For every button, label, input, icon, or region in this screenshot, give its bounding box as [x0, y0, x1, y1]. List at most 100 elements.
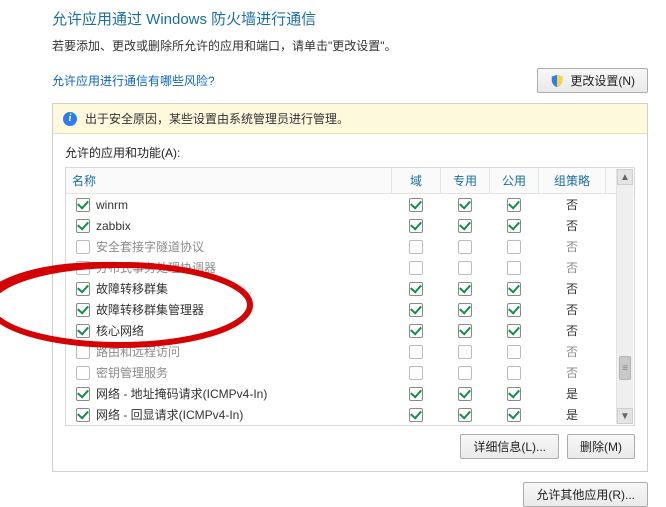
allow-other-app-button[interactable]: 允许其他应用(R)...	[523, 482, 648, 507]
checkbox[interactable]	[409, 282, 423, 296]
table-row[interactable]: winrm否	[66, 194, 634, 216]
checkbox[interactable]	[458, 198, 472, 212]
group-policy-value: 否	[566, 198, 578, 212]
group-policy-value: 否	[566, 261, 578, 275]
app-name: 密钥管理服务	[96, 364, 168, 381]
checkbox[interactable]	[76, 408, 90, 422]
main-panel: i 出于安全原因，某些设置由系统管理员进行管理。 允许的应用和功能(A): 名称…	[52, 103, 648, 472]
group-policy-value: 是	[566, 387, 578, 401]
col-name[interactable]: 名称	[66, 168, 392, 194]
risk-link[interactable]: 允许应用进行通信有哪些风险?	[52, 72, 215, 89]
checkbox[interactable]	[76, 219, 90, 233]
app-name: 网络 - 回显请求(ICMPv4-In)	[96, 406, 243, 423]
app-name: 故障转移群集	[96, 280, 168, 297]
checkbox[interactable]	[458, 219, 472, 233]
app-name: 分布式事务处理协调器	[96, 259, 216, 276]
page-subtitle: 若要添加、更改或删除所允许的应用和端口，请单击"更改设置"。	[52, 37, 648, 54]
checkbox[interactable]	[409, 303, 423, 317]
table-row[interactable]: 安全套接字隧道协议 否	[66, 236, 634, 257]
app-name: 网络 - 地址掩码请求(ICMPv4-In)	[96, 385, 267, 402]
checkbox[interactable]	[507, 345, 521, 359]
scroll-down-button[interactable]: ▼	[617, 408, 633, 424]
scroll-track[interactable]	[617, 186, 633, 407]
remove-button[interactable]: 删除(M)	[567, 434, 635, 459]
checkbox[interactable]	[409, 324, 423, 338]
checkbox[interactable]	[76, 387, 90, 401]
scroll-thumb[interactable]	[619, 356, 631, 380]
checkbox[interactable]	[507, 198, 521, 212]
checkbox[interactable]	[507, 366, 521, 380]
checkbox[interactable]	[507, 387, 521, 401]
group-policy-value: 否	[566, 366, 578, 380]
app-name: 故障转移群集管理器	[96, 301, 204, 318]
group-policy-value: 否	[566, 345, 578, 359]
checkbox[interactable]	[409, 387, 423, 401]
checkbox[interactable]	[507, 240, 521, 254]
table-row[interactable]: 分布式事务处理协调器 否	[66, 257, 634, 278]
checkbox[interactable]	[409, 198, 423, 212]
checkbox[interactable]	[76, 345, 90, 359]
table-row[interactable]: 密钥管理服务 否	[66, 362, 634, 383]
checkbox[interactable]	[507, 261, 521, 275]
table-row[interactable]: 核心网络 否	[66, 320, 634, 341]
checkbox[interactable]	[409, 408, 423, 422]
checkbox[interactable]	[507, 324, 521, 338]
checkbox[interactable]	[458, 240, 472, 254]
group-policy-value: 否	[566, 219, 578, 233]
app-name: 安全套接字隧道协议	[96, 238, 204, 255]
checkbox[interactable]	[409, 261, 423, 275]
group-policy-value: 否	[566, 303, 578, 317]
vertical-scrollbar[interactable]: ▲ ▼	[616, 169, 633, 424]
checkbox[interactable]	[409, 366, 423, 380]
checkbox[interactable]	[76, 198, 90, 212]
col-private[interactable]: 专用	[441, 168, 490, 194]
checkbox[interactable]	[507, 219, 521, 233]
section-label: 允许的应用和功能(A):	[65, 144, 635, 161]
checkbox[interactable]	[409, 219, 423, 233]
checkbox[interactable]	[409, 345, 423, 359]
grid-header-row: 名称 域 专用 公用 组策略	[66, 168, 634, 194]
group-policy-value: 否	[566, 240, 578, 254]
col-group-policy[interactable]: 组策略	[539, 168, 606, 194]
col-public[interactable]: 公用	[490, 168, 539, 194]
checkbox[interactable]	[458, 261, 472, 275]
group-policy-value: 否	[566, 324, 578, 338]
checkbox[interactable]	[409, 240, 423, 254]
col-domain[interactable]: 域	[392, 168, 441, 194]
table-row[interactable]: 网络 - 地址掩码请求(ICMPv4-In) 是	[66, 383, 634, 404]
change-settings-button[interactable]: 更改设置(N)	[537, 68, 648, 93]
checkbox[interactable]	[76, 240, 90, 254]
app-name: 核心网络	[96, 322, 144, 339]
checkbox[interactable]	[458, 324, 472, 338]
checkbox[interactable]	[76, 261, 90, 275]
checkbox[interactable]	[458, 345, 472, 359]
checkbox[interactable]	[458, 282, 472, 296]
checkbox[interactable]	[458, 387, 472, 401]
notice-bar: i 出于安全原因，某些设置由系统管理员进行管理。	[53, 104, 647, 134]
table-row[interactable]: 网络 - 回显请求(ICMPv4-In) 是	[66, 404, 634, 425]
group-policy-value: 否	[566, 282, 578, 296]
checkbox[interactable]	[507, 282, 521, 296]
apps-grid: 名称 域 专用 公用 组策略 winrm否zabbix否安全套接字隧道协议否分布…	[65, 167, 635, 426]
table-row[interactable]: 路由和远程访问 否	[66, 341, 634, 362]
checkbox[interactable]	[458, 408, 472, 422]
checkbox[interactable]	[458, 303, 472, 317]
table-row[interactable]: 故障转移群集管理器 否	[66, 299, 634, 320]
checkbox[interactable]	[76, 324, 90, 338]
checkbox[interactable]	[76, 366, 90, 380]
checkbox[interactable]	[76, 282, 90, 296]
app-name: zabbix	[96, 219, 131, 233]
change-settings-label: 更改设置(N)	[570, 72, 635, 89]
notice-text: 出于安全原因，某些设置由系统管理员进行管理。	[85, 110, 349, 127]
table-row[interactable]: 故障转移群集 否	[66, 278, 634, 299]
table-row[interactable]: zabbix 否	[66, 215, 634, 236]
app-name: 路由和远程访问	[96, 343, 180, 360]
checkbox[interactable]	[507, 408, 521, 422]
checkbox[interactable]	[458, 366, 472, 380]
checkbox[interactable]	[507, 303, 521, 317]
scroll-up-button[interactable]: ▲	[617, 169, 633, 185]
page-title: 允许应用通过 Windows 防火墙进行通信	[52, 8, 648, 29]
details-button[interactable]: 详细信息(L)...	[460, 434, 559, 459]
checkbox[interactable]	[76, 303, 90, 317]
group-policy-value: 是	[566, 408, 578, 422]
